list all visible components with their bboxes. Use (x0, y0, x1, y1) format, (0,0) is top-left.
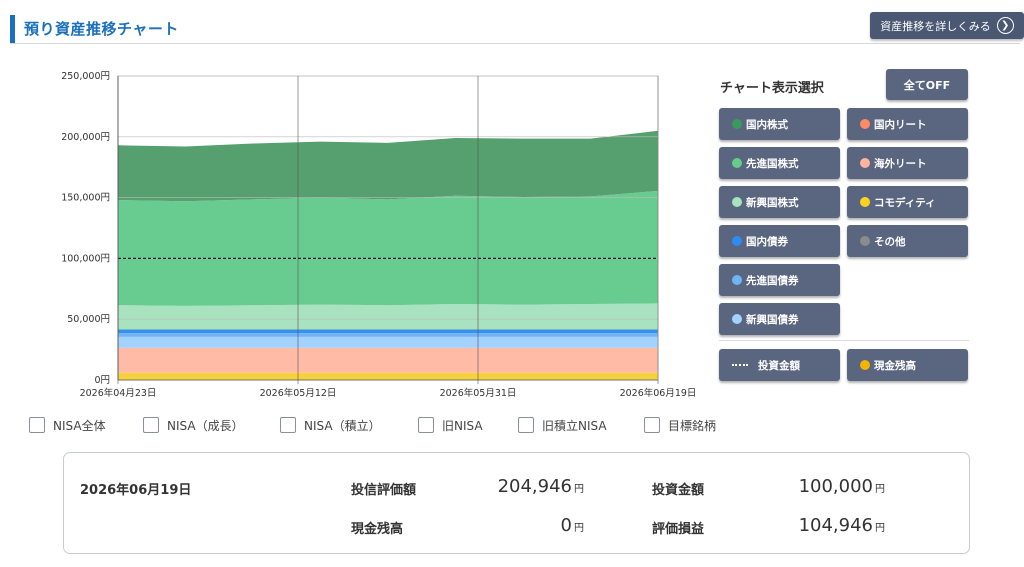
filter-label: 目標銘柄 (668, 418, 717, 433)
checkbox[interactable] (143, 417, 159, 433)
summary-box (63, 452, 970, 554)
cash-balance-number: 0 (560, 515, 572, 536)
legend-toggle-domestic-stocks[interactable]: 国内株式 (719, 108, 840, 140)
asset-area-chart: 0円 50,000円 100,000円 150,000円 200,000円 250,000… (61, 71, 697, 399)
area-series-2 (118, 336, 658, 348)
legend-label: 投資金額 (758, 359, 800, 372)
x-tick-label: 2026年05月12日 (260, 387, 337, 399)
legend-toggle-other[interactable]: その他 (847, 225, 968, 257)
color-dot-icon (732, 119, 742, 129)
legend-toggle-foreign-reit[interactable]: 海外リート (847, 147, 968, 179)
filter-target-fund[interactable]: 目標銘柄 (644, 416, 716, 434)
filter-label: NISA（積立） (304, 418, 381, 433)
legend-toggle-emerging-stocks[interactable]: 新興国株式 (719, 186, 840, 218)
invest-amount-value: 100,000 円 (740, 476, 885, 497)
color-dot-icon (860, 158, 870, 168)
chart-display-selection-title: チャート表示選択 (720, 81, 824, 96)
circle-arrow-right-icon: ❯ (996, 17, 1014, 34)
y-tick-label: 0円 (94, 375, 110, 386)
y-tick-label: 150,000円 (61, 193, 110, 204)
filter-nisa-all[interactable]: NISA全体 (29, 416, 106, 434)
asset-detail-button-label: 資産推移を詳しくみる (880, 19, 991, 33)
legend-label: 国内債券 (746, 235, 788, 248)
area-series-6 (118, 190, 658, 306)
filter-nisa-tsumitate[interactable]: NISA（積立） (280, 416, 381, 434)
legend-label: 現金残高 (874, 359, 916, 372)
x-tick-label: 2026年05月31日 (440, 387, 517, 399)
cash-balance-label: 現金残高 (351, 522, 404, 537)
legend-toggle-commodity[interactable]: コモディティ (847, 186, 968, 218)
page-title: 預り資産推移チャート (24, 20, 179, 38)
asset-detail-button[interactable]: 資産推移を詳しくみる ❯ (870, 12, 1024, 39)
profit-loss-label: 評価損益 (652, 522, 705, 537)
checkbox[interactable] (518, 417, 534, 433)
invest-amount-label: 投資金額 (652, 483, 705, 498)
fund-value-number: 204,946 (497, 476, 572, 497)
area-series-4 (118, 329, 658, 334)
color-dot-icon (732, 275, 742, 285)
legend-label: 新興国債券 (746, 313, 799, 326)
legend-toggle-cash-balance[interactable]: 現金残高 (847, 349, 968, 381)
filter-label: 旧積立NISA (542, 418, 607, 433)
legend-label: 先進国株式 (746, 157, 799, 170)
filter-label: NISA（成長） (167, 418, 244, 433)
cash-balance-value: 0円 (440, 515, 584, 536)
y-tick-label: 200,000円 (61, 132, 110, 143)
profit-loss-number: 104,946 (798, 515, 873, 536)
color-dot-icon (860, 360, 870, 370)
unit-yen: 円 (875, 523, 885, 534)
legend-label: コモディティ (874, 196, 936, 209)
panel-divider (719, 340, 969, 341)
x-tick-label: 2026年06月19日 (620, 387, 697, 399)
area-series-3 (118, 333, 658, 337)
color-dot-icon (732, 158, 742, 168)
summary-date: 2026年06月19日 (80, 483, 192, 498)
checkbox[interactable] (280, 417, 296, 433)
legend-toggle-emerging-bonds[interactable]: 新興国債券 (719, 303, 840, 335)
checkbox[interactable] (418, 417, 434, 433)
filter-old-tsumitate-nisa[interactable]: 旧積立NISA (518, 416, 607, 434)
color-dot-icon (732, 197, 742, 207)
checkbox[interactable] (29, 417, 45, 433)
legend-toggle-domestic-bonds[interactable]: 国内債券 (719, 225, 840, 257)
unit-yen: 円 (875, 484, 885, 495)
invest-amount-number: 100,000 (798, 476, 873, 497)
filter-old-nisa[interactable]: 旧NISA (418, 416, 483, 434)
color-dot-icon (860, 236, 870, 246)
filter-label: NISA全体 (53, 418, 106, 433)
dotted-line-icon (732, 364, 748, 366)
area-series-0 (118, 372, 658, 380)
profit-loss-value: 104,946 円 (740, 515, 885, 536)
color-dot-icon (732, 236, 742, 246)
color-dot-icon (860, 119, 870, 129)
legend-toggle-domestic-reit[interactable]: 国内リート (847, 108, 968, 140)
legend-toggle-invest-amount[interactable]: 投資金額 (719, 349, 840, 381)
fund-value-label: 投信評価額 (351, 483, 417, 498)
title-accent-bar (10, 15, 15, 43)
unit-yen: 円 (574, 523, 584, 534)
legend-label: 国内リート (874, 118, 927, 131)
filter-label: 旧NISA (442, 418, 483, 433)
unit-yen: 円 (574, 484, 584, 495)
area-series-1 (118, 347, 658, 373)
legend-label: 国内株式 (746, 118, 788, 131)
color-dot-icon (860, 197, 870, 207)
checkbox[interactable] (644, 417, 660, 433)
legend-toggle-developed-bonds[interactable]: 先進国債券 (719, 264, 840, 296)
y-tick-label: 100,000円 (61, 253, 110, 264)
x-tick-label: 2026年04月23日 (80, 387, 157, 399)
y-tick-label: 250,000円 (61, 71, 110, 82)
title-bar: 預り資産推移チャート 資産推移を詳しくみる ❯ (10, 12, 1024, 44)
legend-label: その他 (874, 235, 906, 248)
y-tick-label: 50,000円 (67, 314, 110, 325)
legend-label: 新興国株式 (746, 196, 799, 209)
area-series-5 (118, 303, 658, 330)
color-dot-icon (732, 314, 742, 324)
filter-nisa-growth[interactable]: NISA（成長） (143, 416, 244, 434)
fund-value: 204,946 円 (440, 476, 584, 497)
legend-label: 先進国債券 (746, 274, 799, 287)
all-off-button[interactable]: 全てOFF (886, 69, 968, 100)
legend-toggle-developed-stocks[interactable]: 先進国株式 (719, 147, 840, 179)
legend-label: 海外リート (874, 157, 927, 170)
